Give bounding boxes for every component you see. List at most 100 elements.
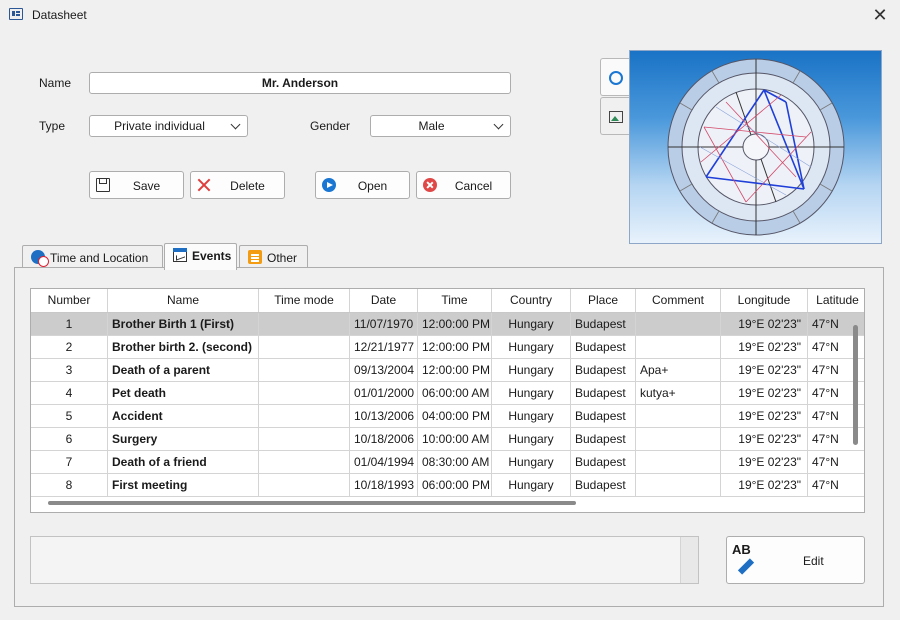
pencil-icon [737, 558, 755, 575]
column-header[interactable]: Name [108, 289, 259, 312]
table-cell [636, 336, 721, 359]
table-cell: 04:00:00 PM [418, 405, 492, 428]
column-header[interactable]: Time [418, 289, 492, 312]
table-cell: Hungary [492, 359, 571, 382]
column-header[interactable]: Number [31, 289, 108, 312]
table-cell: Hungary [492, 474, 571, 497]
table-cell [636, 428, 721, 451]
floppy-disk-icon [96, 178, 110, 192]
table-cell: Budapest [571, 428, 636, 451]
chart-preview [629, 50, 882, 244]
window-title: Datasheet [32, 8, 87, 22]
table-cell: 10:00:00 AM [418, 428, 492, 451]
x-mark-icon [197, 178, 211, 192]
table-row[interactable]: 4 Pet death 01/01/2000 06:00:00 AM Hungary Bu… [31, 382, 864, 405]
table-cell: 7 [31, 451, 108, 474]
chevron-down-icon [493, 119, 504, 130]
horoscope-wheel-icon [667, 58, 845, 236]
play-circle-icon [322, 178, 336, 192]
horizontal-scrollbar[interactable] [48, 501, 576, 505]
table-cell: Budapest [571, 382, 636, 405]
table-row[interactable]: 1 Brother Birth 1 (First) 11/07/1970 12:00:… [31, 313, 864, 336]
table-cell: 10/13/2006 [350, 405, 418, 428]
cancel-button[interactable]: Cancel [416, 171, 511, 199]
table-cell: Hungary [492, 428, 571, 451]
tab-events-label: Events [192, 249, 232, 263]
table-row[interactable]: 6 Surgery 10/18/2006 10:00:00 AM Hungary Buda… [31, 428, 864, 451]
table-cell: 10/18/1993 [350, 474, 418, 497]
save-button[interactable]: Save [89, 171, 184, 199]
column-header[interactable]: Longitude [721, 289, 808, 312]
type-dropdown[interactable]: Private individual [89, 115, 248, 137]
table-cell: Hungary [492, 405, 571, 428]
table-cell: 19°E 02'23" [721, 336, 808, 359]
table-row[interactable]: 7 Death of a friend 01/04/1994 08:30:00 AM H… [31, 451, 864, 474]
column-header[interactable]: Comment [636, 289, 721, 312]
table-cell: 4 [31, 382, 108, 405]
globe-clock-icon [31, 250, 49, 267]
table-cell: 06:00:00 PM [418, 474, 492, 497]
notes-scrollbar[interactable] [680, 537, 698, 583]
table-row[interactable]: 3 Death of a parent 09/13/2004 12:00:00 PM H… [31, 359, 864, 382]
notes-area[interactable] [30, 536, 699, 584]
table-cell [259, 313, 350, 336]
gender-dropdown[interactable]: Male [370, 115, 511, 137]
table-cell: 47°N [808, 474, 864, 497]
table-cell: 19°E 02'23" [721, 382, 808, 405]
table-cell [259, 382, 350, 405]
table-row[interactable]: 2 Brother birth 2. (second) 12/21/1977 12:0… [31, 336, 864, 359]
table-cell: Budapest [571, 336, 636, 359]
wheel-view-tab[interactable] [600, 58, 630, 96]
open-label: Open [357, 179, 388, 193]
table-cell: 5 [31, 405, 108, 428]
table-cell: 12:00:00 PM [418, 313, 492, 336]
table-cell: kutya+ [636, 382, 721, 405]
name-label: Name [39, 76, 72, 90]
table-cell [636, 474, 721, 497]
vertical-scrollbar[interactable] [853, 325, 858, 445]
table-header: Number Name Time mode Date Time Country Place C… [31, 289, 864, 313]
open-button[interactable]: Open [315, 171, 410, 199]
table-cell: 19°E 02'23" [721, 474, 808, 497]
edit-icon-text: AB [732, 542, 751, 557]
table-cell: Apa+ [636, 359, 721, 382]
table-cell: 3 [31, 359, 108, 382]
column-header[interactable]: Country [492, 289, 571, 312]
table-row[interactable]: 8 First meeting 10/18/1993 06:00:00 PM Hunga… [31, 474, 864, 497]
events-table[interactable]: Number Name Time mode Date Time Country Place C… [30, 288, 865, 513]
table-cell: Hungary [492, 336, 571, 359]
delete-button[interactable]: Delete [190, 171, 285, 199]
column-header[interactable]: Time mode [259, 289, 350, 312]
table-cell: 2 [31, 336, 108, 359]
save-label: Save [132, 179, 161, 193]
close-icon[interactable]: ✕ [868, 5, 892, 25]
table-cell: 19°E 02'23" [721, 451, 808, 474]
tab-time-and-location[interactable]: Time and Location [22, 245, 163, 269]
table-cell: 19°E 02'23" [721, 313, 808, 336]
column-header[interactable]: Date [350, 289, 418, 312]
tab-other-label: Other [267, 251, 298, 265]
table-row[interactable]: 5 Accident 10/13/2006 04:00:00 PM Hungary Bud… [31, 405, 864, 428]
column-header[interactable]: Place [571, 289, 636, 312]
tab-other[interactable]: Other [239, 245, 308, 269]
gender-label: Gender [310, 119, 351, 133]
edit-label: Edit [803, 554, 824, 568]
table-cell: 19°E 02'23" [721, 359, 808, 382]
table-cell: 06:00:00 AM [418, 382, 492, 405]
table-cell: Hungary [492, 382, 571, 405]
gender-value: Male [418, 119, 445, 133]
table-cell [259, 474, 350, 497]
column-header[interactable]: Latitude [808, 289, 864, 312]
edit-button[interactable]: AB Edit [726, 536, 865, 584]
table-cell [259, 428, 350, 451]
table-cell: Budapest [571, 313, 636, 336]
table-cell: Accident [108, 405, 259, 428]
table-cell: 19°E 02'23" [721, 405, 808, 428]
table-cell [259, 359, 350, 382]
table-cell: 6 [31, 428, 108, 451]
cancel-label: Cancel [454, 179, 493, 193]
table-cell: Budapest [571, 359, 636, 382]
image-view-tab[interactable] [600, 97, 630, 135]
name-field[interactable]: Mr. Anderson [89, 72, 511, 94]
tab-events[interactable]: Events [164, 243, 237, 270]
